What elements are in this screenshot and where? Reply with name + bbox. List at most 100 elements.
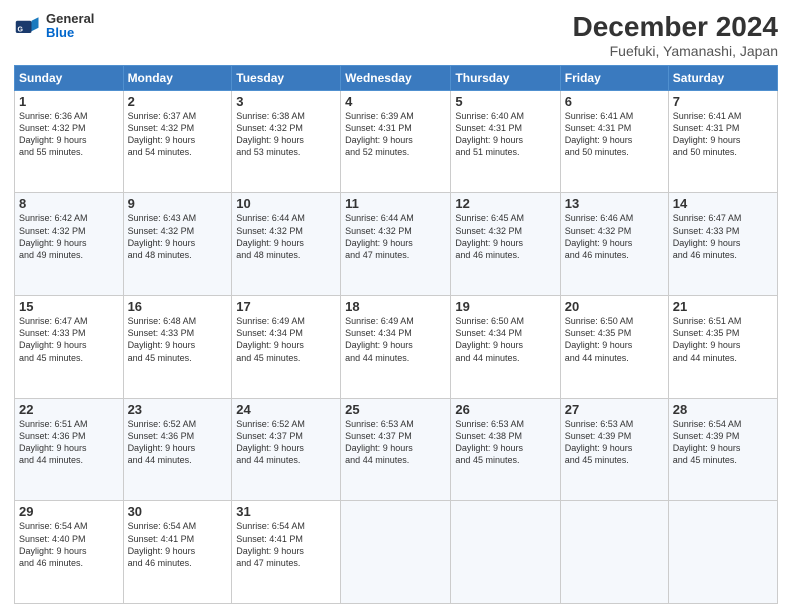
svg-text:G: G: [18, 27, 24, 34]
calendar-cell: 28Sunrise: 6:54 AM Sunset: 4:39 PM Dayli…: [668, 398, 777, 501]
calendar-cell: 12Sunrise: 6:45 AM Sunset: 4:32 PM Dayli…: [451, 193, 560, 296]
calendar-cell: 26Sunrise: 6:53 AM Sunset: 4:38 PM Dayli…: [451, 398, 560, 501]
calendar-cell: 25Sunrise: 6:53 AM Sunset: 4:37 PM Dayli…: [341, 398, 451, 501]
day-info: Sunrise: 6:41 AM Sunset: 4:31 PM Dayligh…: [565, 110, 664, 159]
day-info: Sunrise: 6:53 AM Sunset: 4:37 PM Dayligh…: [345, 418, 446, 467]
calendar-cell: 9Sunrise: 6:43 AM Sunset: 4:32 PM Daylig…: [123, 193, 232, 296]
calendar-cell: 20Sunrise: 6:50 AM Sunset: 4:35 PM Dayli…: [560, 296, 668, 399]
day-number: 28: [673, 402, 773, 417]
calendar-week-1: 8Sunrise: 6:42 AM Sunset: 4:32 PM Daylig…: [15, 193, 778, 296]
calendar-cell: 6Sunrise: 6:41 AM Sunset: 4:31 PM Daylig…: [560, 90, 668, 193]
day-info: Sunrise: 6:36 AM Sunset: 4:32 PM Dayligh…: [19, 110, 119, 159]
calendar-cell: 30Sunrise: 6:54 AM Sunset: 4:41 PM Dayli…: [123, 501, 232, 604]
day-info: Sunrise: 6:41 AM Sunset: 4:31 PM Dayligh…: [673, 110, 773, 159]
day-info: Sunrise: 6:47 AM Sunset: 4:33 PM Dayligh…: [19, 315, 119, 364]
calendar-cell: 24Sunrise: 6:52 AM Sunset: 4:37 PM Dayli…: [232, 398, 341, 501]
day-number: 13: [565, 196, 664, 211]
day-number: 24: [236, 402, 336, 417]
day-info: Sunrise: 6:54 AM Sunset: 4:39 PM Dayligh…: [673, 418, 773, 467]
day-number: 11: [345, 196, 446, 211]
calendar-cell: 3Sunrise: 6:38 AM Sunset: 4:32 PM Daylig…: [232, 90, 341, 193]
day-info: Sunrise: 6:54 AM Sunset: 4:40 PM Dayligh…: [19, 520, 119, 569]
calendar-cell: 27Sunrise: 6:53 AM Sunset: 4:39 PM Dayli…: [560, 398, 668, 501]
calendar-cell: 17Sunrise: 6:49 AM Sunset: 4:34 PM Dayli…: [232, 296, 341, 399]
calendar-cell: [668, 501, 777, 604]
logo-line2: Blue: [46, 26, 94, 40]
day-number: 14: [673, 196, 773, 211]
day-number: 7: [673, 94, 773, 109]
day-number: 29: [19, 504, 119, 519]
day-number: 19: [455, 299, 555, 314]
day-info: Sunrise: 6:49 AM Sunset: 4:34 PM Dayligh…: [236, 315, 336, 364]
day-info: Sunrise: 6:50 AM Sunset: 4:35 PM Dayligh…: [565, 315, 664, 364]
header-thursday: Thursday: [451, 65, 560, 90]
page-subtitle: Fuefuki, Yamanashi, Japan: [573, 43, 778, 59]
day-info: Sunrise: 6:40 AM Sunset: 4:31 PM Dayligh…: [455, 110, 555, 159]
day-info: Sunrise: 6:51 AM Sunset: 4:35 PM Dayligh…: [673, 315, 773, 364]
calendar-cell: 10Sunrise: 6:44 AM Sunset: 4:32 PM Dayli…: [232, 193, 341, 296]
day-info: Sunrise: 6:53 AM Sunset: 4:39 PM Dayligh…: [565, 418, 664, 467]
day-info: Sunrise: 6:38 AM Sunset: 4:32 PM Dayligh…: [236, 110, 336, 159]
day-number: 27: [565, 402, 664, 417]
calendar-cell: 22Sunrise: 6:51 AM Sunset: 4:36 PM Dayli…: [15, 398, 124, 501]
day-info: Sunrise: 6:42 AM Sunset: 4:32 PM Dayligh…: [19, 212, 119, 261]
day-number: 10: [236, 196, 336, 211]
day-info: Sunrise: 6:53 AM Sunset: 4:38 PM Dayligh…: [455, 418, 555, 467]
day-info: Sunrise: 6:39 AM Sunset: 4:31 PM Dayligh…: [345, 110, 446, 159]
day-number: 31: [236, 504, 336, 519]
logo: G General Blue: [14, 12, 94, 41]
header-wednesday: Wednesday: [341, 65, 451, 90]
day-number: 5: [455, 94, 555, 109]
day-info: Sunrise: 6:43 AM Sunset: 4:32 PM Dayligh…: [128, 212, 228, 261]
header-monday: Monday: [123, 65, 232, 90]
day-info: Sunrise: 6:52 AM Sunset: 4:37 PM Dayligh…: [236, 418, 336, 467]
calendar-cell: 14Sunrise: 6:47 AM Sunset: 4:33 PM Dayli…: [668, 193, 777, 296]
day-number: 8: [19, 196, 119, 211]
calendar-cell: 16Sunrise: 6:48 AM Sunset: 4:33 PM Dayli…: [123, 296, 232, 399]
logo-line1: General: [46, 12, 94, 26]
day-number: 3: [236, 94, 336, 109]
calendar-cell: 8Sunrise: 6:42 AM Sunset: 4:32 PM Daylig…: [15, 193, 124, 296]
day-info: Sunrise: 6:45 AM Sunset: 4:32 PM Dayligh…: [455, 212, 555, 261]
calendar-cell: 11Sunrise: 6:44 AM Sunset: 4:32 PM Dayli…: [341, 193, 451, 296]
day-number: 30: [128, 504, 228, 519]
calendar-cell: [451, 501, 560, 604]
header-friday: Friday: [560, 65, 668, 90]
title-block: December 2024 Fuefuki, Yamanashi, Japan: [573, 12, 778, 59]
header-tuesday: Tuesday: [232, 65, 341, 90]
header-saturday: Saturday: [668, 65, 777, 90]
day-info: Sunrise: 6:49 AM Sunset: 4:34 PM Dayligh…: [345, 315, 446, 364]
day-number: 4: [345, 94, 446, 109]
day-number: 21: [673, 299, 773, 314]
day-info: Sunrise: 6:37 AM Sunset: 4:32 PM Dayligh…: [128, 110, 228, 159]
day-info: Sunrise: 6:54 AM Sunset: 4:41 PM Dayligh…: [128, 520, 228, 569]
calendar-cell: 7Sunrise: 6:41 AM Sunset: 4:31 PM Daylig…: [668, 90, 777, 193]
calendar-cell: 29Sunrise: 6:54 AM Sunset: 4:40 PM Dayli…: [15, 501, 124, 604]
day-number: 16: [128, 299, 228, 314]
logo-icon: G: [14, 12, 42, 40]
calendar-cell: 5Sunrise: 6:40 AM Sunset: 4:31 PM Daylig…: [451, 90, 560, 193]
day-info: Sunrise: 6:46 AM Sunset: 4:32 PM Dayligh…: [565, 212, 664, 261]
page-title: December 2024: [573, 12, 778, 43]
day-number: 18: [345, 299, 446, 314]
day-info: Sunrise: 6:44 AM Sunset: 4:32 PM Dayligh…: [345, 212, 446, 261]
calendar-cell: 15Sunrise: 6:47 AM Sunset: 4:33 PM Dayli…: [15, 296, 124, 399]
calendar-cell: 18Sunrise: 6:49 AM Sunset: 4:34 PM Dayli…: [341, 296, 451, 399]
day-number: 25: [345, 402, 446, 417]
calendar-cell: 4Sunrise: 6:39 AM Sunset: 4:31 PM Daylig…: [341, 90, 451, 193]
day-info: Sunrise: 6:47 AM Sunset: 4:33 PM Dayligh…: [673, 212, 773, 261]
header-sunday: Sunday: [15, 65, 124, 90]
calendar-cell: 1Sunrise: 6:36 AM Sunset: 4:32 PM Daylig…: [15, 90, 124, 193]
day-number: 20: [565, 299, 664, 314]
day-number: 1: [19, 94, 119, 109]
calendar-week-3: 22Sunrise: 6:51 AM Sunset: 4:36 PM Dayli…: [15, 398, 778, 501]
day-number: 17: [236, 299, 336, 314]
day-info: Sunrise: 6:44 AM Sunset: 4:32 PM Dayligh…: [236, 212, 336, 261]
calendar-week-0: 1Sunrise: 6:36 AM Sunset: 4:32 PM Daylig…: [15, 90, 778, 193]
day-info: Sunrise: 6:51 AM Sunset: 4:36 PM Dayligh…: [19, 418, 119, 467]
day-number: 26: [455, 402, 555, 417]
calendar-cell: 31Sunrise: 6:54 AM Sunset: 4:41 PM Dayli…: [232, 501, 341, 604]
day-info: Sunrise: 6:54 AM Sunset: 4:41 PM Dayligh…: [236, 520, 336, 569]
day-info: Sunrise: 6:50 AM Sunset: 4:34 PM Dayligh…: [455, 315, 555, 364]
day-number: 2: [128, 94, 228, 109]
